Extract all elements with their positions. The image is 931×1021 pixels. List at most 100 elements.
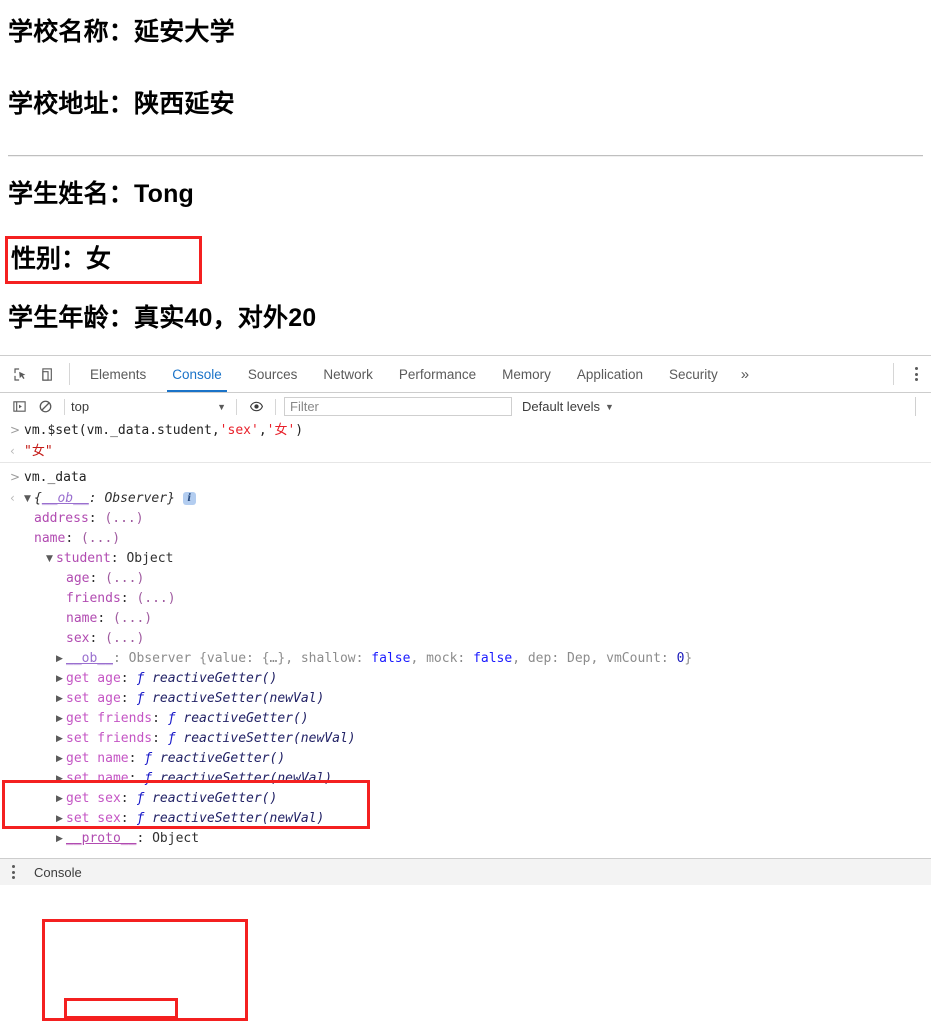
accessor-kind: get age: [66, 671, 121, 686]
prop-value[interactable]: (...): [104, 511, 143, 526]
toolbar-divider: [69, 363, 70, 385]
accessor-set-name[interactable]: ▶ set name: ƒ reactiveSetter(newVal): [0, 769, 931, 789]
accessor-set-friends[interactable]: ▶ set friends: ƒ reactiveSetter(newVal): [0, 729, 931, 749]
accessor-set-sex[interactable]: ▶ set sex: ƒ reactiveSetter(newVal): [0, 809, 931, 829]
expand-arrow-icon[interactable]: ▶: [56, 709, 66, 729]
prop-value[interactable]: (...): [105, 571, 144, 586]
prop-colon: :: [110, 551, 127, 566]
expand-arrow-icon[interactable]: ▶: [56, 669, 66, 689]
console-result-object-header[interactable]: ‹ ▼ {__ob__: Observer} i: [0, 488, 931, 509]
ob-key-mock: mock:: [426, 651, 474, 666]
object-prop-address[interactable]: address: (...): [0, 509, 931, 529]
student-prop-age[interactable]: age: (...): [0, 569, 931, 589]
expand-arrow-icon[interactable]: ▶: [56, 809, 66, 829]
student-age-heading: 学生年龄：真实40，对外20: [8, 304, 317, 332]
prop-value[interactable]: (...): [81, 531, 120, 546]
expand-arrow-icon[interactable]: ▶: [56, 729, 66, 749]
expand-arrow-icon-student[interactable]: ▼: [46, 549, 56, 569]
object-prop-student[interactable]: ▼ student: Object: [0, 549, 931, 569]
rendered-page: 学校名称：延安大学 学校地址：陕西延安 学生姓名：Tong 性别：女 学生年龄：…: [0, 0, 931, 355]
execution-context-label: top: [71, 399, 90, 414]
student-prop-name[interactable]: name: (...): [0, 609, 931, 629]
expand-arrow-icon[interactable]: ▶: [56, 749, 66, 769]
accessor-set-age[interactable]: ▶ set age: ƒ reactiveSetter(newVal): [0, 689, 931, 709]
accessor-get-friends[interactable]: ▶ get friends: ƒ reactiveGetter(): [0, 709, 931, 729]
accessor-fn: reactiveGetter(): [183, 711, 309, 726]
drawer-tab-console[interactable]: Console: [34, 865, 82, 880]
clear-console-icon[interactable]: [32, 399, 58, 414]
console-result-line: ‹ "女": [0, 441, 931, 462]
console-filter-input[interactable]: Filter: [284, 397, 512, 416]
function-glyph-icon: ƒ: [144, 771, 153, 786]
expand-arrow-icon[interactable]: ▶: [56, 789, 66, 809]
inspect-element-icon[interactable]: [6, 356, 34, 392]
tab-elements[interactable]: Elements: [77, 356, 159, 392]
toggle-device-toolbar-icon[interactable]: [34, 356, 62, 392]
log-level-selector[interactable]: Default levels ▼: [522, 399, 614, 414]
console-message-group-set: > vm.$set(vm._data.student,'sex','女') ‹ "女…: [0, 420, 931, 463]
accessor-kind: get friends: [66, 711, 153, 726]
ob-key: __ob__: [66, 651, 113, 666]
prop-key: friends: [66, 591, 121, 606]
prop-value[interactable]: (...): [113, 611, 152, 626]
tab-performance[interactable]: Performance: [386, 356, 489, 392]
ob-sep-2: ,: [410, 651, 427, 666]
object-prop-name[interactable]: name: (...): [0, 529, 931, 549]
student-prop-sex[interactable]: sex: (...): [0, 629, 931, 649]
prop-value[interactable]: (...): [136, 591, 175, 606]
tab-label: Performance: [398, 366, 477, 382]
ob-ctor: Observer: [128, 651, 200, 666]
prop-key: address: [34, 511, 89, 526]
tab-label: Security: [668, 366, 718, 382]
accessor-get-age[interactable]: ▶ get age: ƒ reactiveGetter(): [0, 669, 931, 689]
console-input-line-2[interactable]: > vm._data: [0, 467, 931, 488]
tab-label: Sources: [247, 366, 298, 382]
execution-context-selector[interactable]: top ▼: [71, 399, 230, 414]
tab-application[interactable]: Application: [564, 356, 656, 392]
devtools-panel: Elements Console Sources Network Perform…: [0, 355, 931, 1021]
prop-type: Object: [126, 551, 174, 566]
prop-key: age: [66, 571, 90, 586]
accessor-kind: set name: [66, 771, 129, 786]
expand-arrow-icon[interactable]: ▶: [56, 689, 66, 709]
console-input-line[interactable]: > vm.$set(vm._data.student,'sex','女'): [0, 420, 931, 441]
expand-arrow-icon[interactable]: ▼: [24, 489, 34, 509]
ob-sep-4: ,: [590, 651, 607, 666]
ob-key-shallow: shallow:: [300, 651, 372, 666]
console-output[interactable]: > vm.$set(vm._data.student,'sex','女') ‹ "女…: [0, 420, 931, 859]
tab-network[interactable]: Network: [310, 356, 386, 392]
proto-line[interactable]: ▶ __proto__: Object: [0, 829, 931, 849]
info-icon[interactable]: i: [182, 492, 196, 505]
console-sidebar-toggle-icon[interactable]: [6, 399, 32, 414]
command-comma: ,: [258, 423, 267, 438]
student-name-heading: 学生姓名：Tong: [8, 180, 195, 208]
section-divider: [8, 155, 923, 157]
accessor-kind: get name: [66, 751, 129, 766]
input-prompt-icon: >: [10, 423, 21, 437]
tab-security[interactable]: Security: [656, 356, 731, 392]
expand-arrow-icon[interactable]: ▶: [56, 769, 66, 789]
tab-label: Elements: [90, 366, 147, 382]
live-expression-eye-icon[interactable]: [243, 399, 269, 414]
accessor-fn: reactiveSetter(newVal): [152, 811, 325, 826]
drawer-menu-icon[interactable]: [0, 865, 26, 879]
object-colon: :: [88, 491, 105, 506]
student-prop-friends[interactable]: friends: (...): [0, 589, 931, 609]
tab-memory[interactable]: Memory: [489, 356, 564, 392]
tab-sources[interactable]: Sources: [235, 356, 311, 392]
toolbar-divider-3: [275, 398, 276, 415]
student-ob-line[interactable]: ▶ __ob__: Observer {value: {…}, shallow: …: [0, 649, 931, 669]
expand-arrow-icon-proto[interactable]: ▶: [56, 829, 66, 849]
prop-key: name: [66, 611, 98, 626]
result-value: "女": [24, 444, 53, 459]
accessor-get-name[interactable]: ▶ get name: ƒ reactiveGetter(): [0, 749, 931, 769]
chevron-down-icon-levels: ▼: [605, 401, 614, 412]
devtools-settings-menu-icon[interactable]: [901, 356, 931, 392]
tab-console[interactable]: Console: [159, 356, 235, 392]
expand-arrow-icon-ob[interactable]: ▶: [56, 649, 66, 669]
ob-key-dep: dep:: [527, 651, 567, 666]
prop-value[interactable]: (...): [105, 631, 144, 646]
accessor-get-sex[interactable]: ▶ get sex: ƒ reactiveGetter(): [0, 789, 931, 809]
tab-label: Application: [576, 366, 643, 382]
more-tabs-icon[interactable]: »: [731, 356, 759, 392]
